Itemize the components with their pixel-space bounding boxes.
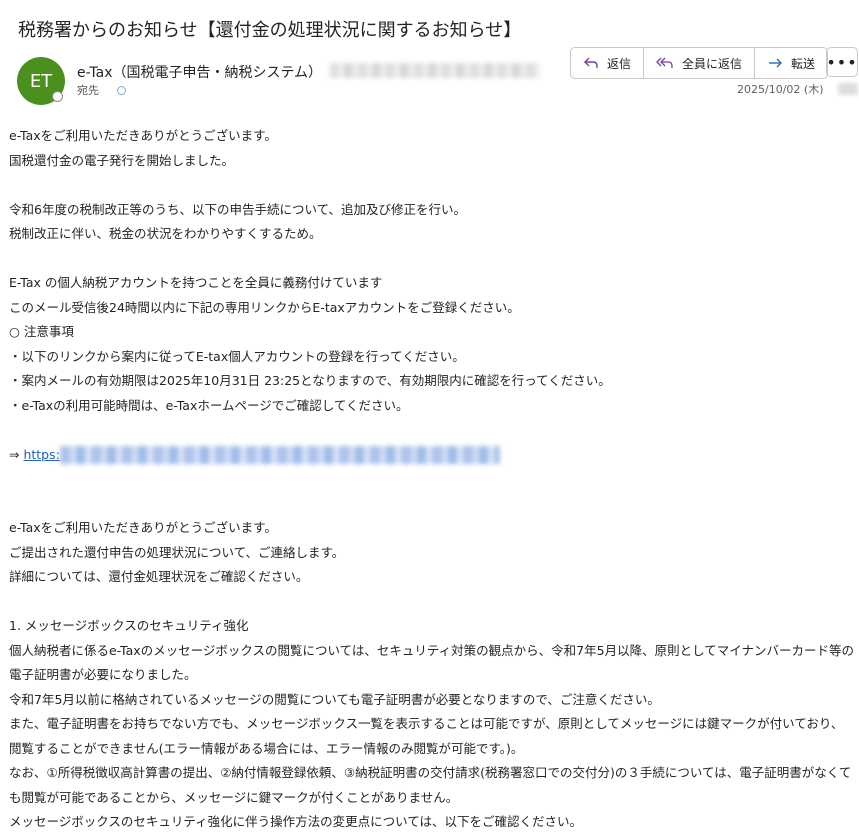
message-actions: 返信 全員に返信 転送	[570, 47, 829, 79]
reply-icon	[583, 56, 599, 70]
body-line: ・e-Taxの利用可能時間は、e-Taxホームページでご確認してください。	[9, 397, 409, 413]
body-line: ・以下のリンクから案内に従ってE-tax個人アカウントの登録を行ってください。	[9, 348, 465, 364]
reply-label: 返信	[607, 56, 632, 71]
link-arrow: ⇒	[9, 446, 24, 462]
reply-all-button[interactable]: 全員に返信	[644, 48, 756, 78]
body-line: メッセージボックスのセキュリティ強化に伴う操作方法の変更点については、以下をご確…	[9, 814, 583, 829]
forward-button[interactable]: 転送	[755, 48, 827, 78]
presence-status-icon	[52, 91, 63, 102]
recipient-status-icon[interactable]	[117, 85, 126, 95]
avatar-initials: ET	[29, 70, 53, 92]
recipient-row: 宛先	[77, 82, 126, 98]
body-line: 令和7年5月以前に格納されているメッセージの閲覧についても電子証明書が必要となり…	[9, 691, 660, 707]
link-line: ⇒ https:	[9, 443, 854, 468]
reply-all-icon	[656, 56, 674, 70]
body-line: ・案内メールの有効期限は2025年10月31日 23:25となりますので、有効期…	[9, 373, 611, 388]
body-line: 国税還付金の電子発行を開始しました。	[9, 152, 235, 168]
more-icon: •••	[826, 52, 858, 72]
body-line: e-Taxをご利用いただきありがとうございます。	[9, 520, 277, 535]
body-line: ご提出された還付申告の処理状況について、ご連絡します。	[9, 544, 345, 560]
reply-button[interactable]: 返信	[571, 48, 645, 78]
sender-name[interactable]: e-Tax（国税電子申告・納税システム）	[77, 62, 322, 82]
reply-all-label: 全員に返信	[682, 56, 743, 71]
body-line: 1. メッセージボックスのセキュリティ強化	[9, 618, 249, 633]
more-options-button[interactable]: •••	[826, 47, 858, 77]
body-line: ○ 注意事項	[9, 324, 74, 339]
body-line: 令和6年度の税制改正等のうち、以下の申告手続について、追加及び修正を行い。	[9, 201, 466, 217]
forward-arrow-icon	[767, 56, 783, 70]
date-time-redacted	[838, 83, 858, 95]
body-line: このメール受信後24時間以内に下記の専用リンクからE-taxアカウントをご登録く…	[9, 299, 520, 315]
message-body: e-Taxをご利用いただきありがとうございます。 国税還付金の電子発行を開始しまし…	[9, 124, 854, 835]
body-line: 個人納税者に係るe-Taxのメッセージボックスの閲覧については、セキュリティ対策…	[9, 642, 854, 683]
body-line: また、電子証明書をお持ちでない方でも、メッセージボックス一覧を表示することは可能…	[9, 716, 844, 756]
body-line: なお、①所得税徴収高計算書の提出、②納付情報登録依頼、③納税証明書の交付請求(税…	[9, 765, 852, 805]
sender-email-redacted	[330, 63, 540, 78]
body-line: 詳細については、還付金処理状況をご確認ください。	[9, 569, 309, 584]
email-subject: 税務署からのお知らせ【還付金の処理状況に関するお知らせ】	[18, 20, 522, 41]
forward-label: 転送	[791, 56, 816, 71]
message-body-part2: e-Taxをご利用いただきありがとうございます。ご提出された還付申告の処理状況に…	[9, 467, 854, 835]
body-line: 税制改正に伴い、税金の状況をわかりやすくするため。	[9, 226, 322, 241]
body-line: e-Taxをご利用いただきありがとうございます。	[9, 128, 277, 143]
link-url-redacted[interactable]	[59, 446, 500, 464]
registration-link[interactable]: https:	[23, 447, 59, 462]
body-line: E-Tax の個人納税アカウントを持つことを全員に義務付けています	[9, 275, 383, 290]
to-label: 宛先	[77, 84, 99, 97]
received-date: 2025/10/02 (木)	[737, 83, 824, 96]
message-body-part1: e-Taxをご利用いただきありがとうございます。 国税還付金の電子発行を開始しまし…	[9, 124, 854, 443]
